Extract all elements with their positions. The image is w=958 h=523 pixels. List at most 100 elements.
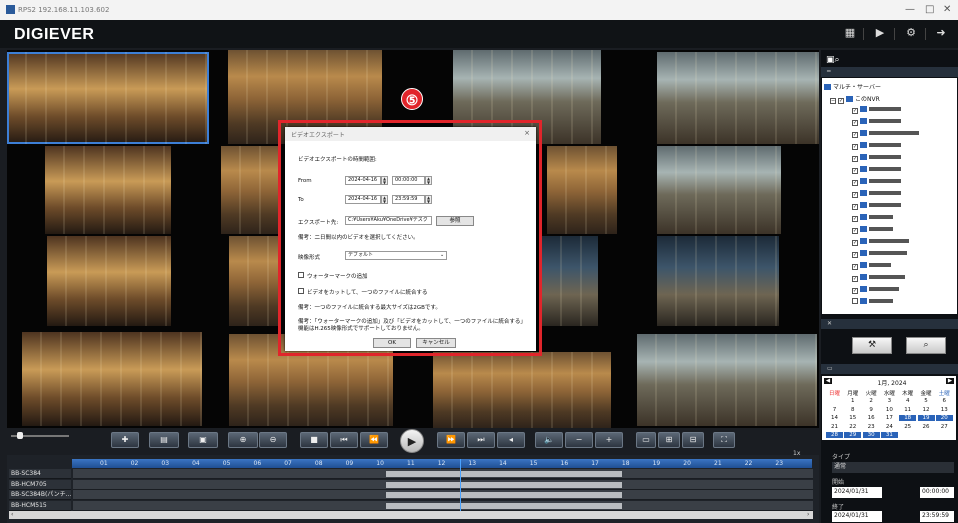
end-time-field[interactable]: 23:59:59 bbox=[920, 511, 954, 522]
fullscreen-button[interactable]: ⛶ bbox=[713, 432, 735, 448]
camera-view[interactable] bbox=[637, 334, 817, 426]
checkbox[interactable]: ✓ bbox=[852, 216, 858, 222]
recording-segment[interactable] bbox=[386, 502, 622, 509]
calendar-day[interactable]: 26 bbox=[918, 424, 935, 430]
fast-forward-button[interactable]: ⏩ bbox=[437, 432, 465, 448]
channel-node[interactable]: ✓ bbox=[852, 214, 893, 222]
calendar-day[interactable]: 2 bbox=[863, 398, 880, 404]
checkbox[interactable]: ✓ bbox=[852, 204, 858, 210]
calendar-day[interactable]: 11 bbox=[899, 407, 916, 413]
camera-view[interactable] bbox=[45, 146, 171, 234]
volume-up-button[interactable]: + bbox=[595, 432, 623, 448]
snapshot-button[interactable]: ▤ bbox=[149, 432, 179, 448]
calendar-day[interactable]: 8 bbox=[844, 407, 861, 413]
camera-view[interactable] bbox=[229, 236, 281, 326]
time-cursor[interactable] bbox=[460, 459, 461, 517]
checkbox[interactable]: ✓ bbox=[852, 132, 858, 138]
zoom-out-button[interactable]: ⊖ bbox=[259, 432, 287, 448]
checkbox[interactable] bbox=[852, 298, 858, 304]
from-time-stepper[interactable]: ▲ ▼ bbox=[425, 176, 432, 185]
calendar-day[interactable]: 14 bbox=[826, 415, 843, 421]
channel-node[interactable]: ✓ bbox=[852, 202, 901, 210]
checkbox[interactable]: ✓ bbox=[852, 144, 858, 150]
checkbox[interactable]: ✓ bbox=[838, 98, 844, 104]
type-select[interactable]: 通常 bbox=[832, 462, 954, 473]
calendar-day[interactable]: 20 bbox=[935, 415, 953, 421]
volume-down-button[interactable]: − bbox=[565, 432, 593, 448]
channel-node[interactable]: ✓ bbox=[852, 190, 901, 198]
calendar-day[interactable]: 10 bbox=[881, 407, 898, 413]
multi-server-node[interactable]: マルチ・サーバー bbox=[824, 82, 881, 91]
calendar-day[interactable]: 7 bbox=[826, 407, 843, 413]
channel-node[interactable]: ✓ bbox=[852, 250, 907, 258]
format-select[interactable]: デフォルト bbox=[345, 251, 447, 260]
to-time-field[interactable]: 23:59:59 bbox=[392, 195, 425, 204]
checkbox[interactable]: ✓ bbox=[852, 156, 858, 162]
end-date-field[interactable]: 2024/01/31 bbox=[832, 511, 882, 522]
to-date-stepper[interactable]: ▲ ▼ bbox=[381, 195, 388, 204]
chevron-down-icon[interactable]: ⌄ bbox=[440, 252, 444, 258]
calendar-day[interactable]: 6 bbox=[936, 398, 953, 404]
camera-view[interactable] bbox=[542, 236, 598, 326]
calendar-day[interactable]: 23 bbox=[863, 424, 880, 430]
checkbox[interactable]: ✓ bbox=[852, 180, 858, 186]
settings-icon[interactable]: ⚙ bbox=[901, 26, 921, 42]
rewind-button[interactable]: ⏪ bbox=[360, 432, 388, 448]
calendar-day[interactable]: 1 bbox=[844, 398, 861, 404]
scroll-left-icon[interactable]: ‹ bbox=[11, 511, 13, 518]
camera-view[interactable] bbox=[221, 146, 281, 234]
calendar-day[interactable]: 5 bbox=[918, 398, 935, 404]
calendar-day[interactable]: 29 bbox=[844, 432, 862, 438]
device-search-icon[interactable]: ▣⌕ bbox=[826, 55, 840, 65]
zoom-in-button[interactable]: ⊕ bbox=[228, 432, 258, 448]
camera-view[interactable] bbox=[47, 236, 171, 326]
calendar-day[interactable]: 9 bbox=[863, 407, 880, 413]
layout-view-button[interactable]: ⊟ bbox=[682, 432, 704, 448]
camera-view[interactable] bbox=[657, 52, 819, 144]
step-back-button[interactable]: ⏮ bbox=[330, 432, 358, 448]
recording-segment[interactable] bbox=[386, 492, 622, 498]
calendar-day[interactable]: 22 bbox=[844, 424, 861, 430]
channel-node[interactable]: ✓ bbox=[852, 238, 909, 246]
calendar-day[interactable]: 4 bbox=[899, 398, 916, 404]
channel-node[interactable]: ✓ bbox=[852, 142, 901, 150]
channel-node[interactable]: ✓ bbox=[852, 178, 901, 186]
channel-node[interactable]: ✓ bbox=[852, 274, 905, 282]
checkbox[interactable]: ✓ bbox=[852, 168, 858, 174]
camera-view[interactable] bbox=[22, 332, 202, 426]
checkbox[interactable]: ✓ bbox=[852, 228, 858, 234]
calendar-day[interactable]: 31 bbox=[880, 432, 898, 438]
audio-button[interactable]: 🔈 bbox=[535, 432, 563, 448]
recording-segment[interactable] bbox=[386, 471, 622, 477]
quad-view-button[interactable]: ⊞ bbox=[658, 432, 680, 448]
step-forward-button[interactable]: ⏭ bbox=[467, 432, 495, 448]
checkbox[interactable]: ✓ bbox=[852, 252, 858, 258]
checkbox[interactable]: ✓ bbox=[852, 264, 858, 270]
to-date-field[interactable]: 2024-04-16 bbox=[345, 195, 381, 204]
channel-node[interactable]: ✓ bbox=[852, 226, 893, 234]
nvr-node[interactable]: − ✓ このNVR bbox=[830, 94, 880, 104]
channel-node[interactable]: ✓ bbox=[852, 106, 901, 114]
single-view-button[interactable]: ▭ bbox=[636, 432, 656, 448]
layout-icon[interactable]: ▦ bbox=[840, 26, 860, 42]
bookmark-button[interactable]: ▣ bbox=[188, 432, 218, 448]
tool-settings-button[interactable]: ⚒ bbox=[852, 337, 892, 354]
expand-icon[interactable]: − bbox=[830, 98, 836, 104]
calendar-day[interactable]: 3 bbox=[881, 398, 898, 404]
play-button[interactable]: ▶ bbox=[400, 429, 424, 453]
from-date-field[interactable]: 2024-04-16 bbox=[345, 176, 381, 185]
checkbox[interactable]: ✓ bbox=[852, 108, 858, 114]
logout-icon[interactable]: ➜ bbox=[931, 26, 951, 42]
calendar-day[interactable]: 25 bbox=[899, 424, 916, 430]
calendar-day[interactable]: 15 bbox=[844, 415, 861, 421]
camera-view[interactable] bbox=[657, 146, 781, 234]
dialog-close-icon[interactable]: × bbox=[524, 129, 530, 137]
browse-button[interactable]: 参照 bbox=[436, 216, 474, 226]
camera-view[interactable] bbox=[547, 146, 617, 234]
channel-node[interactable]: ✓ bbox=[852, 286, 899, 294]
channel-node[interactable]: ✓ bbox=[852, 118, 901, 126]
calendar-day[interactable]: 24 bbox=[881, 424, 898, 430]
search-button[interactable]: ⌕ bbox=[906, 337, 946, 354]
stop-button[interactable]: ■ bbox=[300, 432, 328, 448]
volume-handle[interactable] bbox=[17, 432, 23, 439]
